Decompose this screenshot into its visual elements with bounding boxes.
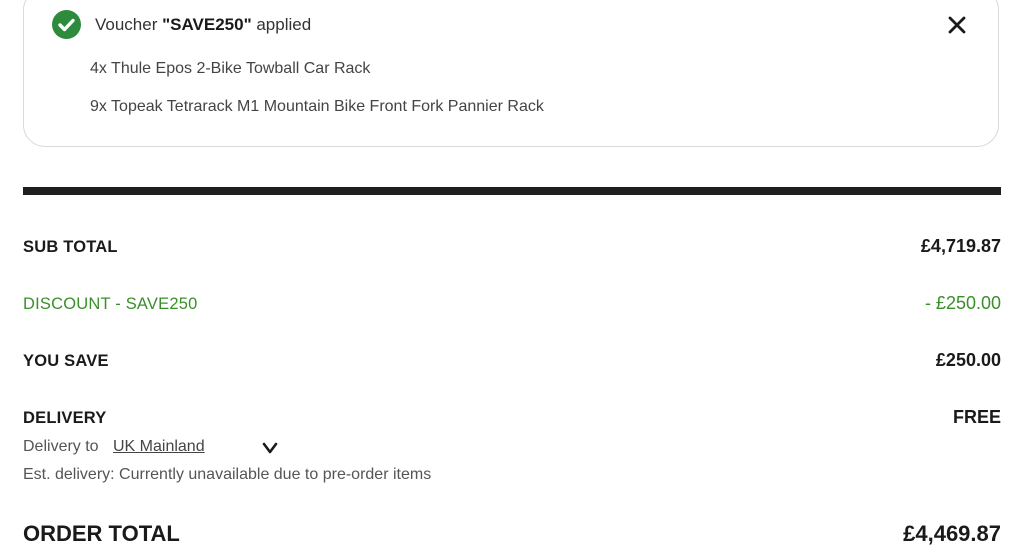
- voucher-applied-message: Voucher "SAVE250" applied: [95, 15, 311, 35]
- you-save-label: YOU SAVE: [23, 352, 109, 370]
- discount-label: DISCOUNT - SAVE250: [23, 295, 198, 313]
- discount-value: - £250.00: [924, 293, 1001, 313]
- summary-divider: [23, 187, 1001, 195]
- check-circle-icon: [52, 10, 81, 39]
- chevron-down-icon[interactable]: [262, 441, 278, 455]
- order-total-value: £4,469.87: [903, 521, 1001, 546]
- subtotal-label: SUB TOTAL: [23, 238, 118, 256]
- you-save-value: £250.00: [935, 350, 1001, 370]
- delivery-region-select[interactable]: UK Mainland: [113, 438, 205, 456]
- voucher-item: 9x Topeak Tetrarack M1 Mountain Bike Fro…: [90, 98, 544, 115]
- close-icon[interactable]: [945, 13, 969, 37]
- delivery-label: DELIVERY: [23, 409, 107, 427]
- delivery-to-label: Delivery to: [23, 438, 99, 455]
- subtotal-value: £4,719.87: [920, 236, 1001, 256]
- order-total-label: ORDER TOTAL: [23, 521, 180, 546]
- delivery-value: FREE: [952, 407, 1001, 427]
- voucher-prefix: Voucher: [95, 15, 163, 34]
- voucher-code: "SAVE250": [162, 15, 252, 34]
- estimated-delivery-text: Est. delivery: Currently unavailable due…: [23, 466, 432, 483]
- voucher-suffix: applied: [251, 15, 312, 34]
- voucher-item: 4x Thule Epos 2-Bike Towball Car Rack: [90, 60, 371, 77]
